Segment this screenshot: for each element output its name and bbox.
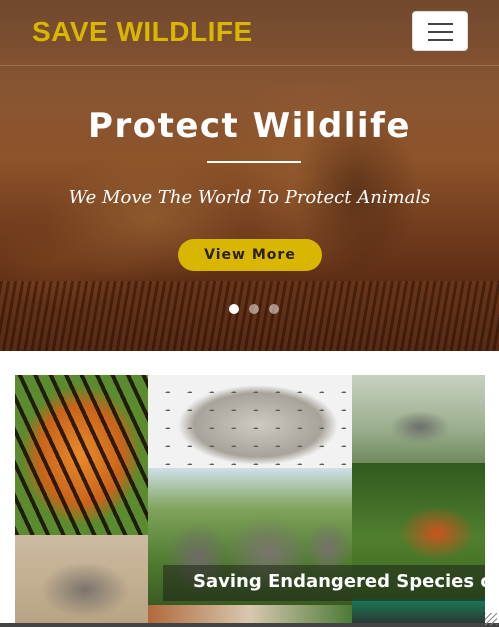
brand-logo[interactable]: SAVE WILDLIFE — [32, 16, 253, 48]
mountain-goat-image[interactable] — [352, 375, 485, 463]
tiger-image[interactable] — [15, 375, 148, 535]
menu-toggle-button[interactable] — [412, 11, 468, 51]
carousel-dot-3[interactable] — [269, 304, 279, 314]
navbar: SAVE WILDLIFE — [0, 0, 499, 66]
window-bottom-edge — [0, 623, 499, 627]
hamburger-icon-line — [428, 39, 453, 41]
hero-carousel[interactable]: SAVE WILDLIFE Protect Wildlife We Move T… — [0, 0, 499, 351]
carousel-indicators — [229, 301, 279, 314]
snow-leopard-image[interactable] — [148, 375, 352, 468]
rhino-image[interactable] — [15, 535, 148, 627]
hero-subtitle: We Move The World To Protect Animals — [68, 187, 431, 208]
view-more-button[interactable]: View More — [178, 239, 322, 271]
resize-grip-icon[interactable] — [485, 613, 497, 625]
hamburger-icon — [428, 23, 453, 25]
gallery-caption: Saving Endangered Species of — [163, 565, 485, 601]
gallery-caption-text: Saving Endangered Species of — [193, 571, 485, 592]
hero-title: Protect Wildlife — [88, 106, 411, 146]
hamburger-icon-line — [428, 31, 453, 33]
title-divider — [207, 161, 301, 163]
carousel-dot-1[interactable] — [229, 304, 239, 314]
carousel-dot-2[interactable] — [249, 304, 259, 314]
